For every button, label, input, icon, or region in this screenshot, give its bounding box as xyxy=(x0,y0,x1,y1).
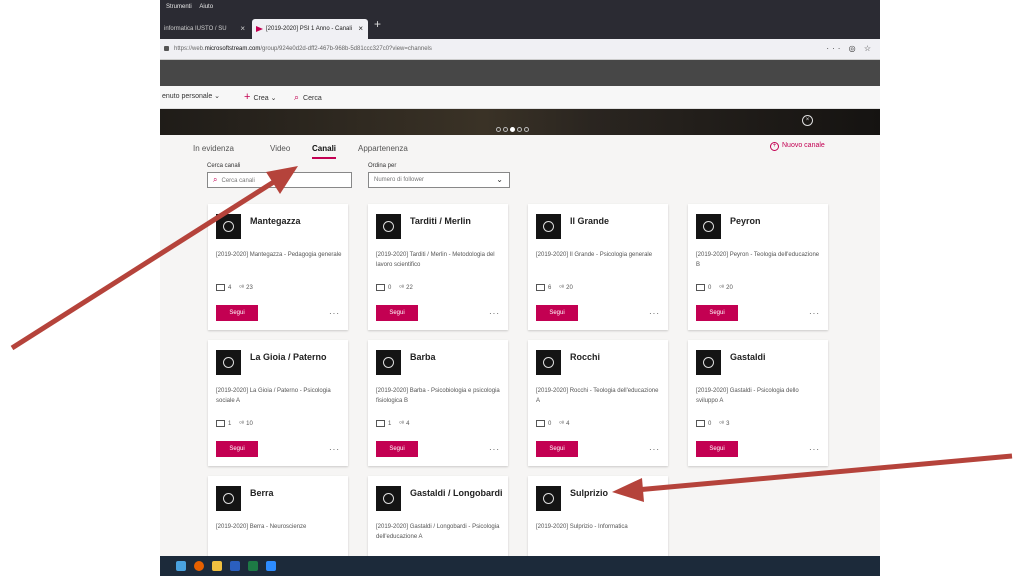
annotation-arrow-canali xyxy=(10,175,282,351)
annotation-arrow-sulprizio xyxy=(635,453,1013,493)
annotation-arrowhead-canali xyxy=(266,166,298,194)
annotation-arrows xyxy=(10,166,1013,502)
annotation-arrowhead-sulprizio xyxy=(612,478,644,502)
